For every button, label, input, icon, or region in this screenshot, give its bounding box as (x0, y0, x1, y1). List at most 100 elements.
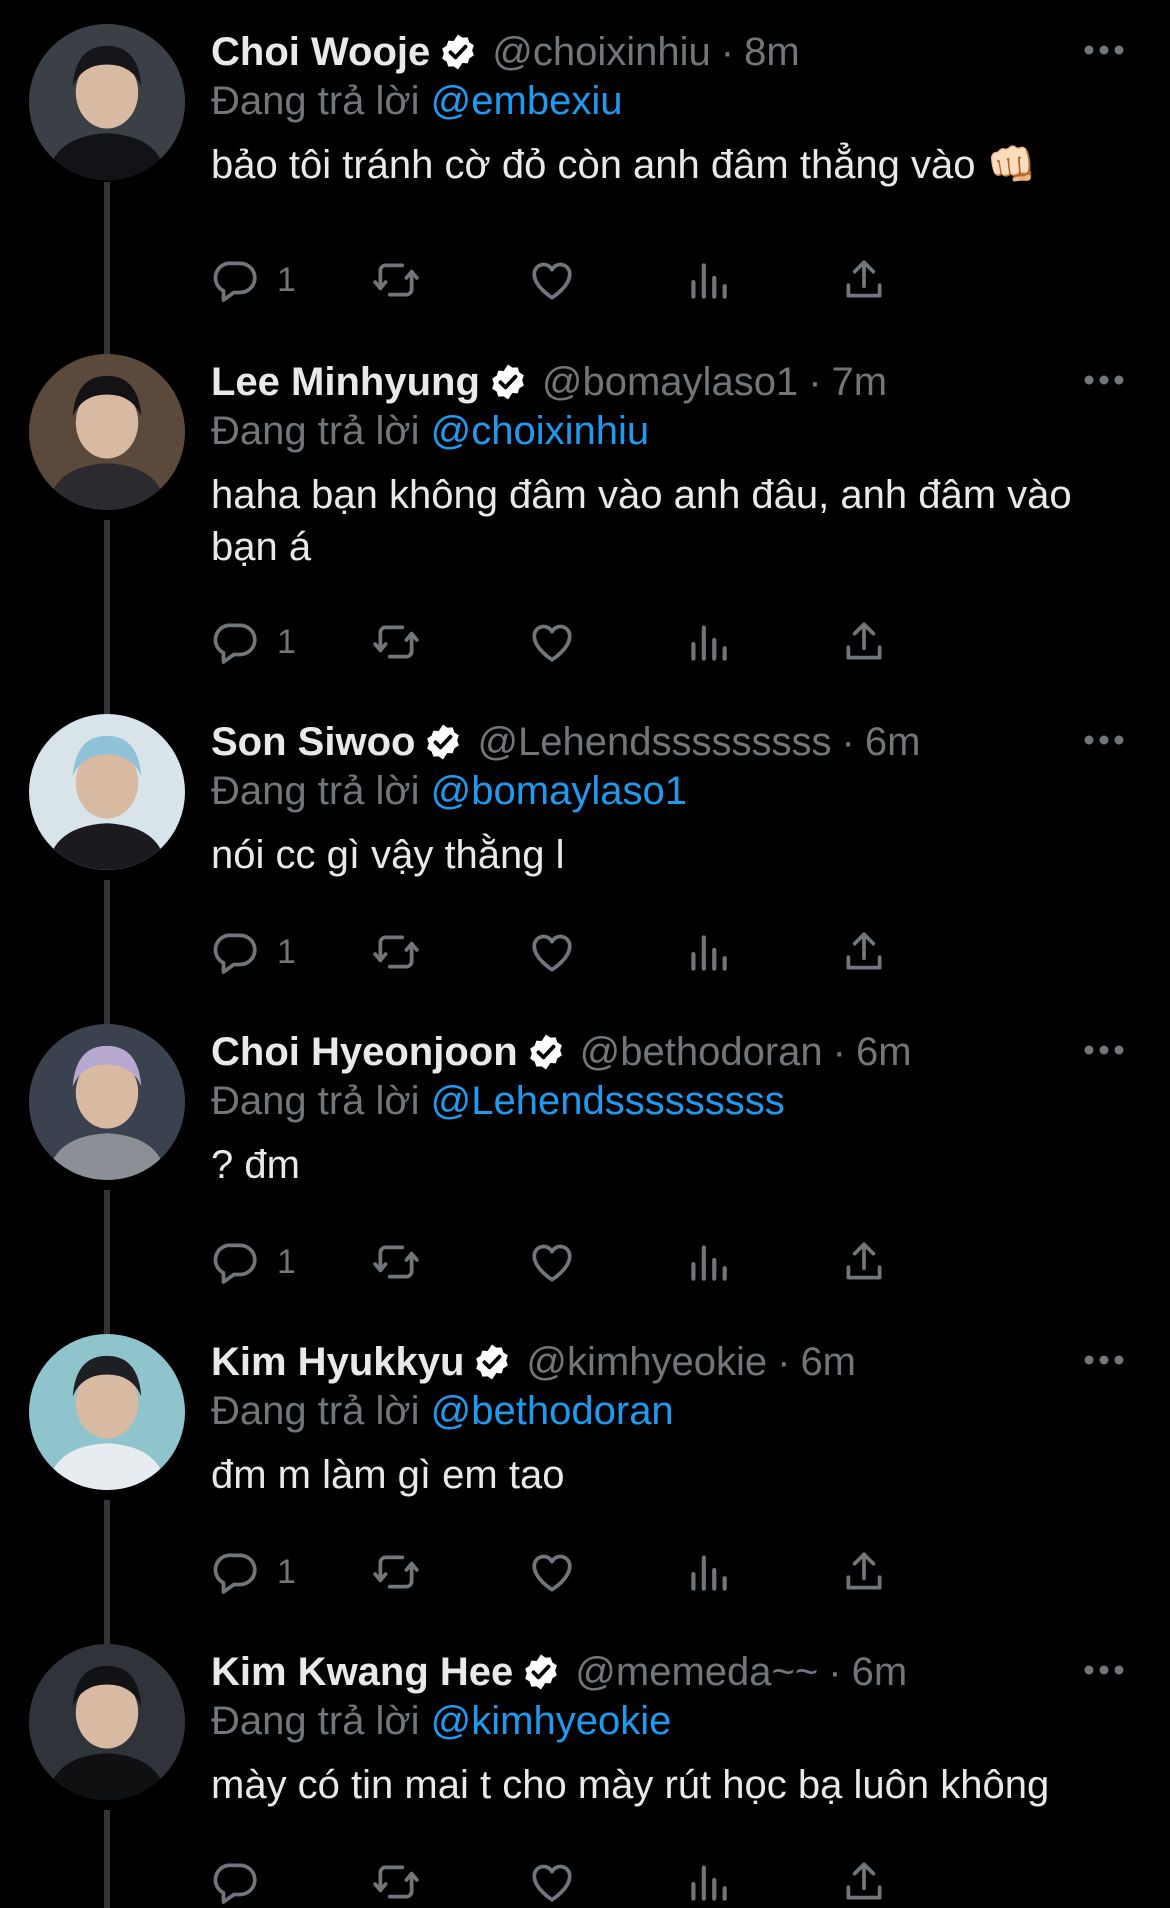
reply-button[interactable]: 1 (211, 1542, 296, 1602)
share-button[interactable] (839, 612, 889, 672)
reply-icon (213, 261, 257, 302)
verified-badge-icon (427, 724, 460, 760)
tweet[interactable]: Choi Wooje @choixinhiu · 8m Đang trả lời… (0, 0, 1170, 330)
like-icon (532, 1244, 572, 1282)
like-button[interactable] (527, 922, 577, 982)
avatar[interactable] (29, 714, 185, 870)
user-handle[interactable]: @Lehendsssssssss (477, 717, 831, 767)
avatar[interactable] (29, 24, 185, 180)
separator-dot: · (808, 360, 822, 404)
share-button[interactable] (839, 1852, 889, 1908)
like-button[interactable] (527, 1542, 577, 1602)
reply-button[interactable]: 1 (211, 250, 296, 310)
reply-button[interactable]: 1 (211, 1232, 296, 1292)
reply-button[interactable]: 1 (211, 612, 296, 672)
more-icon[interactable] (1084, 374, 1124, 386)
timestamp[interactable]: 6m (856, 1027, 912, 1077)
like-button[interactable] (527, 1232, 577, 1292)
tweet-text: haha bạn không đâm vào anh đâu, anh đâm … (211, 473, 1072, 569)
tweet[interactable]: Lee Minhyung @bomaylaso1 · 7m Đang trả l… (0, 330, 1170, 690)
replying-to-handle[interactable]: @kimhyeokie (431, 1699, 672, 1743)
retweet-button[interactable] (371, 250, 421, 310)
timestamp[interactable]: 6m (865, 717, 921, 767)
timestamp[interactable]: 8m (744, 27, 800, 77)
replying-to-handle[interactable]: @Lehendsssssssss (431, 1079, 785, 1123)
tweet[interactable]: Son Siwoo @Lehendsssssssss · 6m Đang trả… (0, 690, 1170, 1000)
display-name[interactable]: Kim Hyukkyu (211, 1337, 464, 1387)
replying-to-line: Đang trả lời @bomaylaso1 (211, 767, 1111, 815)
share-button[interactable] (839, 922, 889, 982)
avatar[interactable] (29, 354, 185, 510)
like-icon (532, 624, 572, 662)
avatar[interactable] (29, 1644, 185, 1800)
views-button[interactable] (683, 922, 733, 982)
replying-to-label: Đang trả lời (211, 1079, 420, 1123)
display-name[interactable]: Kim Kwang Hee (211, 1647, 513, 1697)
replying-to-handle[interactable]: @bethodoran (431, 1389, 674, 1433)
more-icon[interactable] (1084, 1664, 1124, 1676)
share-button[interactable] (839, 1232, 889, 1292)
display-name[interactable]: Lee Minhyung (211, 357, 480, 407)
tweet-header: Son Siwoo @Lehendsssssssss · 6m (211, 717, 1111, 767)
replying-to-handle[interactable]: @choixinhiu (431, 409, 650, 453)
replying-to-line: Đang trả lời @Lehendsssssssss (211, 1077, 1111, 1125)
display-name[interactable]: Son Siwoo (211, 717, 415, 767)
reply-button[interactable] (211, 1852, 277, 1908)
like-button[interactable] (527, 1852, 577, 1908)
user-handle[interactable]: @memeda~~ (575, 1647, 818, 1697)
more-icon[interactable] (1084, 1044, 1124, 1056)
user-handle[interactable]: @bethodoran (580, 1027, 823, 1077)
tweet-actions: 1 (211, 612, 1071, 672)
display-name[interactable]: Choi Wooje (211, 27, 430, 77)
separator-dot: · (841, 720, 855, 764)
share-button[interactable] (839, 1542, 889, 1602)
user-handle[interactable]: @choixinhiu (492, 27, 711, 77)
timestamp[interactable]: 6m (852, 1647, 908, 1697)
retweet-button[interactable] (371, 1542, 421, 1602)
tweet-header: Choi Wooje @choixinhiu · 8m (211, 27, 1111, 77)
user-handle[interactable]: @kimhyeokie (526, 1337, 767, 1387)
retweet-button[interactable] (371, 1232, 421, 1292)
views-button[interactable] (683, 1232, 733, 1292)
avatar[interactable] (29, 1334, 185, 1490)
more-icon[interactable] (1084, 44, 1124, 56)
views-button[interactable] (683, 612, 733, 672)
tweet[interactable]: Kim Kwang Hee @memeda~~ · 6m Đang trả lờ… (0, 1620, 1170, 1908)
share-icon (846, 622, 882, 660)
views-icon (691, 935, 727, 971)
tweet-content: Kim Hyukkyu @kimhyeokie · 6m Đang trả lờ… (211, 1337, 1111, 1501)
replying-to-handle[interactable]: @bomaylaso1 (431, 769, 687, 813)
tweet[interactable]: Choi Hyeonjoon @bethodoran · 6m Đang trả… (0, 1000, 1170, 1310)
replying-to-line: Đang trả lời @embexiu (211, 77, 1111, 125)
more-icon[interactable] (1084, 734, 1124, 746)
display-name[interactable]: Choi Hyeonjoon (211, 1027, 518, 1077)
verified-badge-icon (529, 1034, 562, 1070)
timestamp[interactable]: 6m (800, 1337, 856, 1387)
verified-badge-icon (492, 364, 524, 400)
more-icon[interactable] (1084, 1354, 1124, 1366)
reply-button[interactable]: 1 (211, 922, 296, 982)
share-button[interactable] (839, 250, 889, 310)
views-button[interactable] (683, 250, 733, 310)
views-button[interactable] (683, 1852, 733, 1908)
tweet-content: Choi Hyeonjoon @bethodoran · 6m Đang trả… (211, 1027, 1111, 1191)
retweet-button[interactable] (371, 922, 421, 982)
verified-badge-icon (442, 34, 475, 70)
tweet[interactable]: Kim Hyukkyu @kimhyeokie · 6m Đang trả lờ… (0, 1310, 1170, 1620)
like-button[interactable] (527, 612, 577, 672)
like-button[interactable] (527, 250, 577, 310)
replying-to-line: Đang trả lời @choixinhiu (211, 407, 1111, 455)
views-icon (691, 1555, 727, 1591)
replying-to-label: Đang trả lời (211, 769, 420, 813)
share-icon (846, 1552, 882, 1590)
views-button[interactable] (683, 1542, 733, 1602)
user-handle[interactable]: @bomaylaso1 (542, 357, 798, 407)
tweet-content: Son Siwoo @Lehendsssssssss · 6m Đang trả… (211, 717, 1111, 881)
avatar[interactable] (29, 1024, 185, 1180)
tweet-header: Kim Kwang Hee @memeda~~ · 6m (211, 1647, 1111, 1697)
retweet-button[interactable] (371, 612, 421, 672)
timestamp[interactable]: 7m (832, 357, 888, 407)
retweet-button[interactable] (371, 1852, 421, 1908)
tweet-actions: 1 (211, 922, 1071, 982)
replying-to-handle[interactable]: @embexiu (431, 79, 623, 123)
